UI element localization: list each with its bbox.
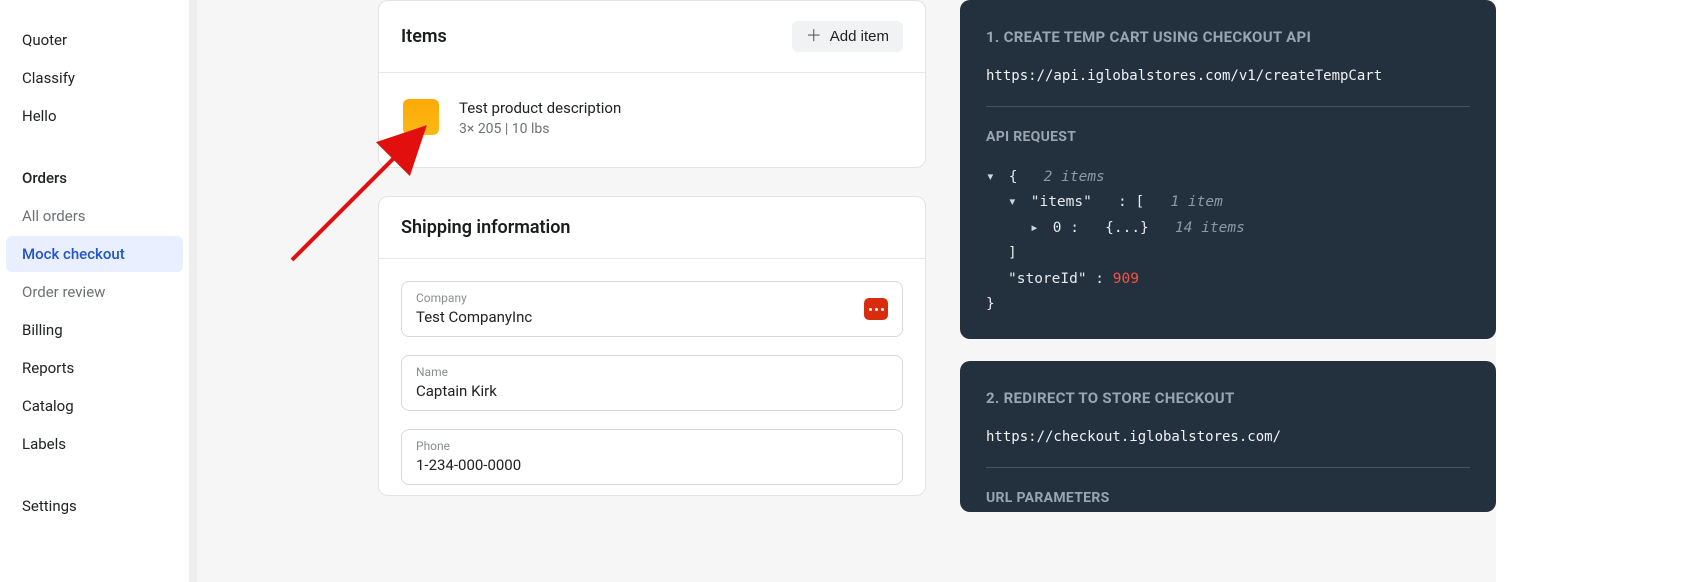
product-meta: 3× 205 | 10 lbs (459, 121, 621, 137)
sidebar-item-settings[interactable]: Settings (6, 488, 183, 524)
plus-icon: ＋ (806, 29, 822, 45)
company-value[interactable]: Test CompanyInc (416, 308, 888, 326)
tree-idx0-count: 14 items (1175, 220, 1245, 236)
shipping-card: Shipping information Company Test Compan… (378, 196, 926, 496)
api-panel-1: 1. CREATE TEMP CART USING CHECKOUT API h… (960, 0, 1496, 339)
tree-store-key: "storeId" (1008, 271, 1087, 287)
panel2-title: 2. REDIRECT TO STORE CHECKOUT (986, 389, 1470, 407)
sidebar-heading-orders[interactable]: Orders (6, 160, 183, 196)
tree-root-count: 2 items (1044, 169, 1105, 185)
tree-items-close: ] (1008, 245, 1017, 261)
panel2-url: https://checkout.iglobalstores.com/ (986, 429, 1470, 445)
name-value[interactable]: Captain Kirk (416, 382, 888, 400)
sidebar-item-reports[interactable]: Reports (6, 350, 183, 386)
items-title: Items (401, 26, 447, 47)
tree-items-open: : [ (1118, 194, 1144, 210)
api-panels: 1. CREATE TEMP CART USING CHECKOUT API h… (960, 0, 1496, 512)
panel1-url: https://api.iglobalstores.com/v1/createT… (986, 68, 1470, 84)
tree-root-open: { (1009, 169, 1018, 185)
tree-root-close: } (986, 296, 995, 312)
tree-idx0-key: 0 : (1053, 220, 1079, 236)
add-item-label: Add item (830, 28, 889, 45)
panel1-title: 1. CREATE TEMP CART USING CHECKOUT API (986, 28, 1470, 46)
caret-down-icon[interactable]: ▾ (1008, 190, 1022, 215)
panel2-subhead: URL PARAMETERS (986, 490, 1470, 506)
product-thumbnail (403, 99, 439, 135)
sidebar-item-classify[interactable]: Classify (6, 60, 183, 96)
sidebar-item-labels[interactable]: Labels (6, 426, 183, 462)
tree-items-key: "items" (1031, 194, 1092, 210)
shipping-title: Shipping information (401, 217, 570, 238)
tree-store-val: 909 (1113, 271, 1139, 287)
phone-label: Phone (416, 439, 888, 453)
name-field[interactable]: Name Captain Kirk (401, 355, 903, 411)
product-title: Test product description (459, 99, 621, 117)
password-manager-icon[interactable] (864, 298, 888, 320)
company-label: Company (416, 291, 888, 305)
phone-value[interactable]: 1-234-000-0000 (416, 456, 888, 474)
name-label: Name (416, 365, 888, 379)
main-column: Items ＋ Add item Test product descriptio… (378, 0, 926, 524)
sidebar-item-order-review[interactable]: Order review (6, 274, 183, 310)
sidebar-item-catalog[interactable]: Catalog (6, 388, 183, 424)
caret-down-icon[interactable]: ▾ (986, 165, 1000, 190)
tree-items-count: 1 item (1170, 194, 1222, 210)
tree-store-colon: : (1087, 271, 1113, 287)
add-item-button[interactable]: ＋ Add item (792, 21, 903, 52)
panel1-subhead: API REQUEST (986, 129, 1470, 145)
caret-right-icon[interactable]: ▸ (1030, 216, 1044, 241)
sidebar: Quoter Classify Hello Orders All orders … (0, 0, 190, 582)
sidebar-item-mock-checkout[interactable]: Mock checkout (6, 236, 183, 272)
item-row[interactable]: Test product description 3× 205 | 10 lbs (379, 73, 925, 167)
sidebar-item-billing[interactable]: Billing (6, 312, 183, 348)
sidebar-item-hello[interactable]: Hello (6, 98, 183, 134)
blank-right (1496, 0, 1706, 582)
api-panel-2: 2. REDIRECT TO STORE CHECKOUT https://ch… (960, 361, 1496, 512)
company-field[interactable]: Company Test CompanyInc (401, 281, 903, 337)
sidebar-item-all-orders[interactable]: All orders (6, 198, 183, 234)
api-request-tree[interactable]: ▾ { 2 items ▾ "items" : [ 1 item ▸ 0 : {… (986, 165, 1470, 317)
items-card: Items ＋ Add item Test product descriptio… (378, 0, 926, 168)
phone-field[interactable]: Phone 1-234-000-0000 (401, 429, 903, 485)
tree-idx0-body: {...} (1105, 220, 1149, 236)
sidebar-item-quoter[interactable]: Quoter (6, 22, 183, 58)
